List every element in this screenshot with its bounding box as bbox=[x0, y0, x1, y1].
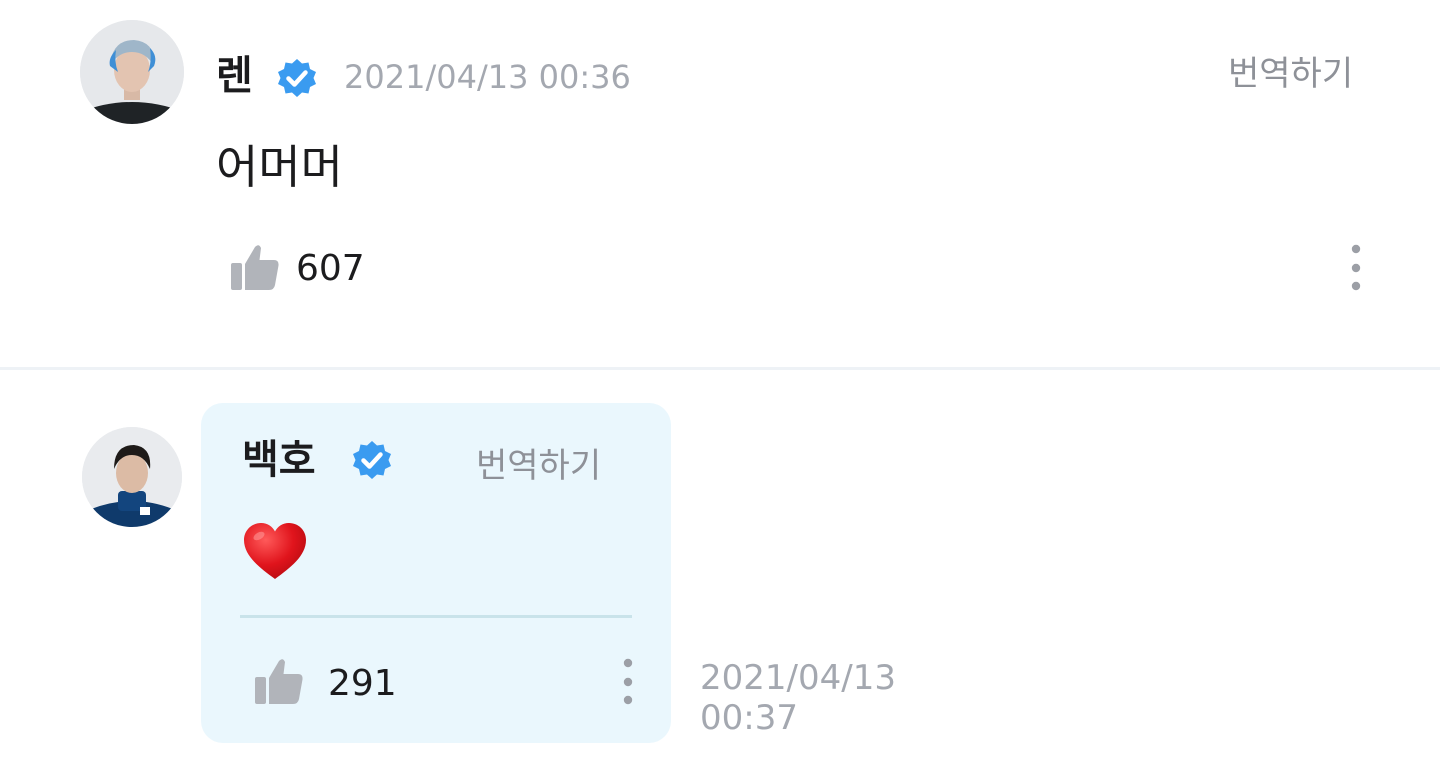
translate-button[interactable]: 번역하기 bbox=[1228, 53, 1353, 95]
more-vertical-icon bbox=[1351, 244, 1361, 291]
like-count: 607 bbox=[296, 248, 365, 289]
like-count: 291 bbox=[328, 663, 397, 704]
comment-divider bbox=[0, 367, 1440, 370]
translate-button[interactable]: 번역하기 bbox=[476, 445, 601, 487]
post-timestamp: 2021/04/13 00:36 bbox=[344, 58, 631, 96]
thumbs-up-icon bbox=[252, 656, 308, 708]
reply-timestamp-date: 2021/04/13 bbox=[700, 658, 896, 698]
like-button[interactable]: 607 bbox=[228, 240, 368, 298]
reply-separator bbox=[240, 615, 632, 618]
avatar[interactable] bbox=[80, 20, 184, 124]
author-name[interactable]: 백호 bbox=[242, 436, 316, 484]
verified-badge-icon bbox=[274, 55, 320, 101]
avatar[interactable] bbox=[82, 427, 182, 527]
reply-timestamp: 2021/04/13 00:37 bbox=[700, 658, 896, 738]
more-vertical-icon bbox=[623, 658, 633, 705]
avatar-image bbox=[82, 427, 182, 527]
reply-message: ❤️ bbox=[242, 522, 308, 582]
reply-timestamp-time: 00:37 bbox=[700, 698, 798, 738]
more-options-button[interactable] bbox=[608, 654, 648, 710]
avatar-image bbox=[80, 20, 184, 124]
verified-badge-icon bbox=[349, 437, 395, 483]
comment-text: 어머머 bbox=[216, 140, 343, 194]
thumbs-up-icon bbox=[228, 242, 284, 294]
like-button[interactable]: 291 bbox=[252, 654, 402, 712]
heart-icon bbox=[244, 523, 306, 579]
more-options-button[interactable] bbox=[1336, 240, 1376, 296]
author-name[interactable]: 렌 bbox=[216, 52, 253, 100]
